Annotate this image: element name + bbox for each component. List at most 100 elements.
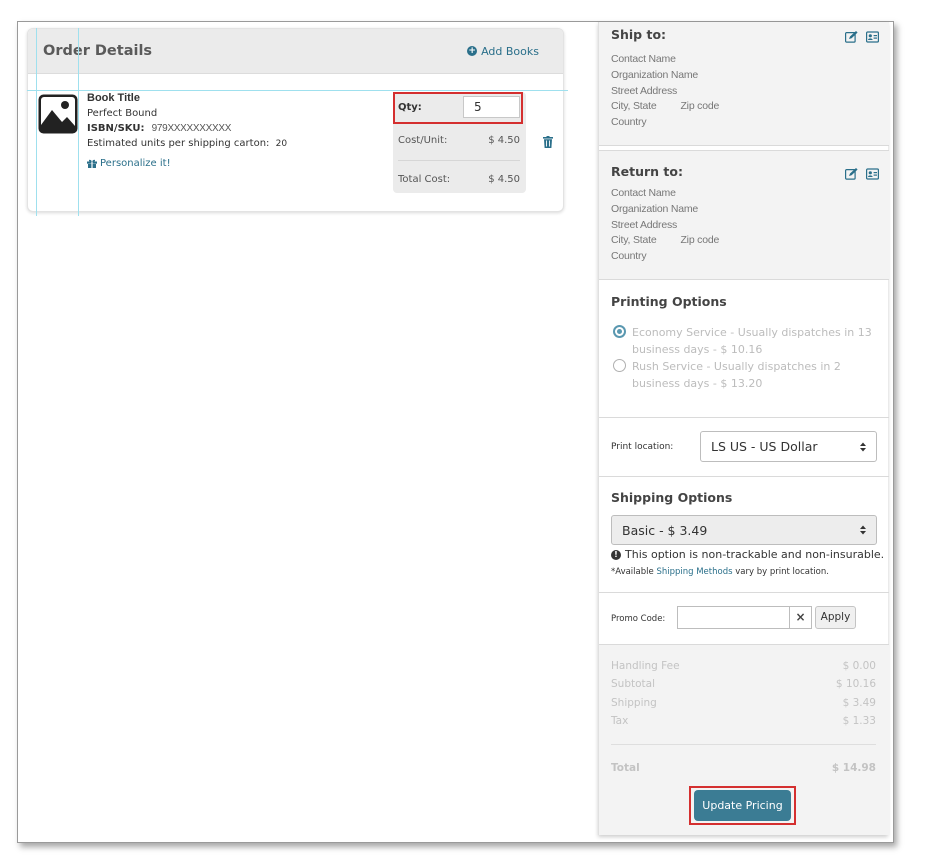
update-pricing-button[interactable]: Update Pricing <box>694 790 791 821</box>
sidebar: Ship to: Contact Name Organization Name … <box>598 22 889 835</box>
printing-options-section: Printing Options Economy Service - Usual… <box>599 280 889 418</box>
gift-icon <box>87 159 97 168</box>
cost-unit-row: Cost/Unit: $ 4.50 <box>398 135 520 146</box>
shipping-method-value: Basic - $ 3.49 <box>622 522 708 538</box>
shipping-options-section: Shipping Options Basic - $ 3.49 ! This o… <box>599 477 889 593</box>
edit-icon[interactable] <box>845 31 858 43</box>
summary-divider <box>611 744 876 745</box>
handling-fee-value: $ 0.00 <box>842 660 876 672</box>
select-caret-icon <box>860 442 866 451</box>
promo-code-label: Promo Code: <box>611 614 666 624</box>
address-book-icon[interactable] <box>866 168 879 180</box>
ship-to-actions <box>845 31 879 43</box>
ship-zip: Zip code <box>680 100 720 113</box>
shipping-cost-row: Shipping $ 3.49 <box>611 697 876 709</box>
promo-code-input[interactable] <box>677 606 790 629</box>
shipping-options-title: Shipping Options <box>611 490 733 505</box>
carton-row: Estimated units per shipping carton: 20 <box>87 136 287 152</box>
isbn-row: ISBN/SKU: 979XXXXXXXXXX <box>87 121 287 136</box>
ship-to-address: Contact Name Organization Name Street Ad… <box>611 52 719 131</box>
rush-service-option[interactable]: Rush Service - Usually dispatches in 2 b… <box>613 358 879 392</box>
select-caret-icon <box>860 525 866 535</box>
ship-country: Country <box>611 116 647 129</box>
rush-label: Rush Service - Usually dispatches in 2 b… <box>632 360 841 390</box>
subtotal-row: Subtotal $ 10.16 <box>611 678 876 690</box>
print-location-value: LS US - US Dollar <box>711 439 818 454</box>
subtotal-value: $ 10.16 <box>835 678 876 690</box>
return-org: Organization Name <box>611 202 699 215</box>
return-city: City, State <box>611 234 657 247</box>
shipping-method-select[interactable]: Basic - $ 3.49 <box>611 515 877 545</box>
shipping-cost-value: $ 3.49 <box>842 697 876 709</box>
shipping-cost-label: Shipping <box>611 697 657 709</box>
handling-fee-row: Handling Fee $ 0.00 <box>611 660 876 672</box>
print-location-select[interactable]: LS US - US Dollar <box>700 431 877 462</box>
print-location-label: Print location: <box>611 442 674 452</box>
ship-org: Organization Name <box>611 68 699 81</box>
tax-row: Tax $ 1.33 <box>611 715 876 727</box>
promo-section: Promo Code: × Apply <box>599 593 889 645</box>
return-to-actions <box>845 168 879 180</box>
isbn-label: ISBN/SKU: <box>87 123 145 134</box>
shipping-note-text: This option is non-trackable and non-ins… <box>625 548 885 561</box>
edit-icon[interactable] <box>845 168 858 180</box>
book-title: Book Title <box>87 92 140 104</box>
book-info: Book Title Perfect Bound ISBN/SKU: 979XX… <box>87 91 287 171</box>
return-to-section: Return to: Contact Name Organization Nam… <box>599 150 889 280</box>
tax-label: Tax <box>611 715 629 727</box>
return-zip: Zip code <box>680 234 720 247</box>
total-cost-value: $ 4.50 <box>488 174 520 185</box>
clear-promo-button[interactable]: × <box>789 606 812 629</box>
info-icon: ! <box>611 549 621 560</box>
add-books-link[interactable]: + Add Books <box>467 45 539 58</box>
guide-line-vertical <box>36 28 37 216</box>
printing-options-title: Printing Options <box>611 294 727 309</box>
ship-city-row: City, State Zip code <box>611 99 719 115</box>
qty-label: Qty: <box>398 102 422 113</box>
return-country: Country <box>611 250 647 263</box>
avail-prefix: *Available <box>611 567 654 577</box>
economy-service-option[interactable]: Economy Service - Usually dispatches in … <box>613 324 879 358</box>
book-image-icon <box>38 94 78 134</box>
order-title: Order Details <box>43 43 153 59</box>
order-header: Order Details + Add Books <box>28 29 563 74</box>
total-label: Total <box>611 762 640 774</box>
carton-value: 20 <box>275 139 288 149</box>
guide-line-vertical <box>78 28 79 216</box>
ship-street: Street Address <box>611 84 678 97</box>
book-binding: Perfect Bound <box>87 108 158 119</box>
apply-promo-button[interactable]: Apply <box>815 606 856 629</box>
cost-divider <box>398 160 520 161</box>
carton-label: Estimated units per shipping carton: <box>87 138 270 149</box>
total-value: $ 14.98 <box>831 762 876 774</box>
return-city-row: City, State Zip code <box>611 233 719 249</box>
cost-unit-value: $ 4.50 <box>488 135 520 146</box>
shipping-note: ! This option is non-trackable and non-i… <box>611 548 884 561</box>
trash-icon[interactable] <box>543 136 553 148</box>
personalize-label: Personalize it! <box>100 158 171 169</box>
add-books-label: Add Books <box>481 44 539 58</box>
rush-radio[interactable] <box>613 359 626 372</box>
qty-input[interactable] <box>463 96 520 118</box>
avail-suffix: vary by print location. <box>735 567 829 577</box>
total-row: Total $ 14.98 <box>611 762 876 774</box>
cost-unit-label: Cost/Unit: <box>398 135 448 146</box>
ship-to-title: Ship to: <box>611 27 667 42</box>
personalize-link[interactable]: Personalize it! <box>87 156 287 171</box>
handling-fee-label: Handling Fee <box>611 660 680 672</box>
address-book-icon[interactable] <box>866 31 879 43</box>
return-to-title: Return to: <box>611 164 683 179</box>
print-location-section: Print location: LS US - US Dollar <box>599 418 889 477</box>
return-to-address: Contact Name Organization Name Street Ad… <box>611 186 719 265</box>
return-street: Street Address <box>611 218 678 231</box>
total-cost-row: Total Cost: $ 4.50 <box>398 174 520 185</box>
shipping-methods-link[interactable]: Shipping Methods <box>656 567 732 577</box>
ship-to-section: Ship to: Contact Name Organization Name … <box>599 22 889 146</box>
shipping-availability: *Available Shipping Methods vary by prin… <box>611 567 829 577</box>
isbn-value: 979XXXXXXXXXX <box>151 123 232 134</box>
return-contact: Contact Name <box>611 187 676 199</box>
total-cost-label: Total Cost: <box>398 174 451 185</box>
tax-value: $ 1.33 <box>842 715 876 727</box>
subtotal-label: Subtotal <box>611 678 655 690</box>
economy-radio[interactable] <box>613 325 626 338</box>
